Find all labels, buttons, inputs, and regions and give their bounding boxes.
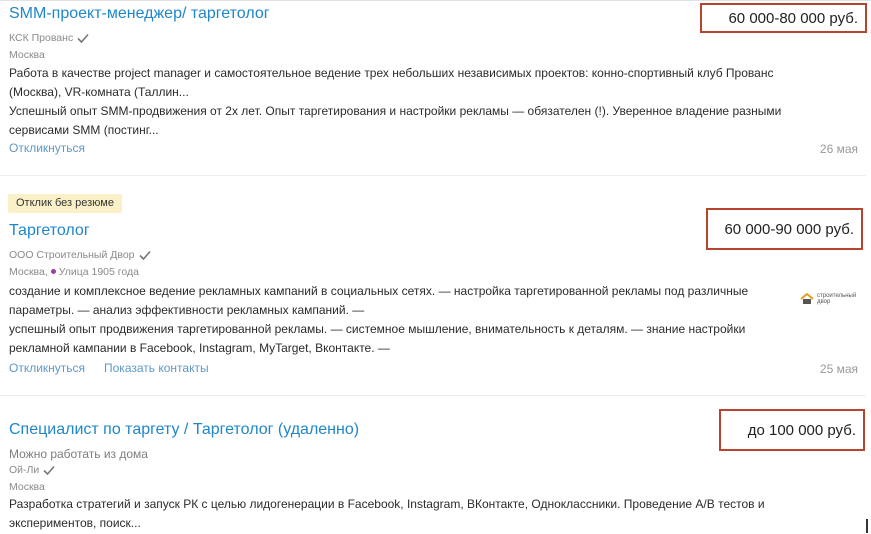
responsibilities-snippet: создание и комплексное ведение рекламных…	[9, 284, 749, 317]
vacancy-title-link[interactable]: Специалист по таргету / Таргетолог (удал…	[9, 421, 359, 439]
company-logo[interactable]: строительный двор	[800, 292, 862, 306]
respond-button[interactable]: Откликнуться	[9, 361, 85, 375]
vacancy-description: Разработка стратегий и запуск РК с целью…	[9, 495, 794, 533]
divider	[0, 175, 866, 176]
vacancy-description: Работа в качестве project manager и само…	[9, 64, 794, 140]
respond-button[interactable]: Откликнуться	[9, 141, 85, 155]
divider	[0, 395, 866, 396]
salary-highlight: 60 000-90 000 руб.	[706, 208, 863, 250]
metro-station: Улица 1905 года	[58, 266, 139, 278]
location: Москва	[9, 49, 45, 61]
location: Москва	[9, 481, 45, 493]
remote-work-label: Можно работать из дома	[9, 447, 148, 461]
salary-highlight: 60 000-80 000 руб.	[700, 3, 867, 33]
verified-check-icon	[138, 250, 151, 260]
text-cursor	[866, 519, 868, 533]
responsibilities-snippet: Разработка стратегий и запуск РК с целью…	[9, 497, 765, 530]
publish-date: 26 мая	[819, 142, 858, 156]
company-logo-icon	[800, 293, 814, 304]
show-contacts-button[interactable]: Показать контакты	[104, 361, 209, 375]
company-name[interactable]: Ой-Ли	[9, 464, 39, 476]
company-row: КСК Прованс	[9, 32, 89, 44]
no-resume-badge: Отклик без резюме	[8, 194, 122, 213]
company-row: ООО Строительный Двор	[9, 249, 151, 261]
salary-highlight: до 100 000 руб.	[719, 409, 865, 451]
company-name[interactable]: КСК Прованс	[9, 32, 73, 44]
salary-value: до 100 000 руб.	[747, 421, 856, 439]
salary-value: 60 000-80 000 руб.	[728, 9, 858, 27]
requirements-snippet: Успешный опыт SMM-продвижения от 2х лет.…	[9, 104, 782, 137]
top-border	[0, 0, 871, 1]
location: Москва,	[9, 266, 48, 278]
responsibilities-snippet: Работа в качестве project manager и само…	[9, 66, 774, 99]
requirements-snippet: успешный опыт продвижения таргетированно…	[9, 322, 746, 355]
verified-check-icon	[43, 465, 55, 475]
vacancy-title-link[interactable]: Таргетолог	[9, 222, 90, 240]
metro-dot-icon	[50, 269, 56, 275]
verified-check-icon	[77, 33, 89, 43]
company-name[interactable]: ООО Строительный Двор	[9, 249, 135, 261]
salary-value: 60 000-90 000 руб.	[724, 220, 854, 238]
publish-date: 25 мая	[819, 362, 858, 376]
vacancy-description: создание и комплексное ведение рекламных…	[9, 282, 794, 358]
vacancy-title-link[interactable]: SMM-проект-менеджер/ таргетолог	[9, 5, 270, 23]
location-row: Москва, Улица 1905 года	[9, 266, 139, 278]
company-row: Ой-Ли	[9, 464, 55, 476]
company-logo-text: строительный двор	[817, 293, 857, 305]
